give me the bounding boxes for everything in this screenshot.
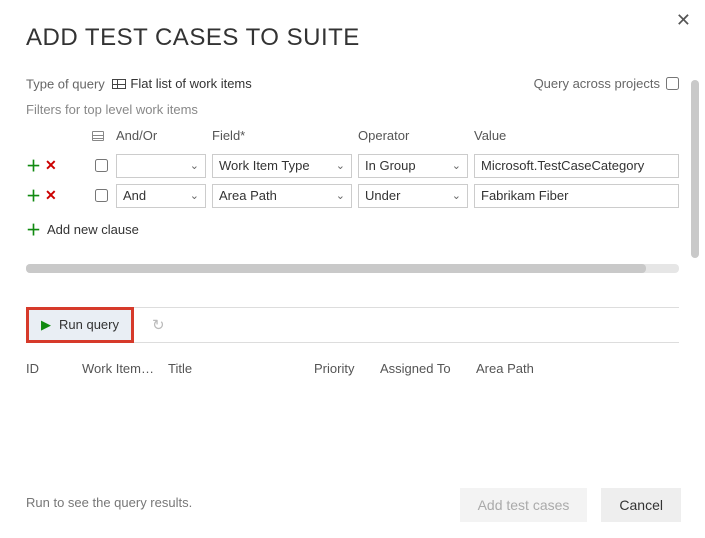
plus-icon: ＋: [26, 219, 41, 240]
operator-select[interactable]: Under ⌄: [358, 184, 468, 208]
refresh-icon[interactable]: ↻: [152, 316, 165, 334]
run-query-button[interactable]: ▶ Run query: [26, 307, 134, 343]
col-area-path: Area Path: [476, 361, 679, 376]
filters-section-label: Filters for top level work items: [26, 102, 679, 117]
row-checkbox[interactable]: [95, 189, 108, 202]
value-text: Fabrikam Fiber: [481, 188, 568, 203]
col-priority: Priority: [314, 361, 374, 376]
delete-row-icon[interactable]: ✕: [45, 187, 57, 204]
scrollbar-thumb[interactable]: [26, 264, 646, 273]
chevron-down-icon: ⌄: [190, 155, 199, 177]
value-input[interactable]: Microsoft.TestCaseCategory: [474, 154, 679, 178]
row-checkbox[interactable]: [95, 159, 108, 172]
field-select[interactable]: Work Item Type ⌄: [212, 154, 352, 178]
filter-row: ＋ ✕ ⌄ Work Item Type ⌄ In Group ⌄ Micros…: [26, 153, 679, 179]
andor-value: And: [123, 185, 146, 207]
field-value: Area Path: [219, 185, 277, 207]
chevron-down-icon: ⌄: [336, 155, 345, 177]
operator-value: Under: [365, 185, 400, 207]
flat-list-icon: [112, 79, 126, 89]
chevron-down-icon: ⌄: [336, 185, 345, 207]
header-operator: Operator: [358, 128, 468, 143]
query-top-bar: Type of query Flat list of work items Qu…: [26, 76, 679, 92]
filters-header: And/Or Field* Operator Value: [26, 123, 679, 149]
add-clause-label: Add new clause: [47, 222, 139, 237]
chevron-down-icon: ⌄: [190, 185, 199, 207]
field-value: Work Item Type: [219, 155, 310, 177]
type-of-query-label: Type of query: [26, 77, 105, 92]
header-value: Value: [474, 128, 679, 143]
add-row-icon[interactable]: ＋: [26, 185, 41, 206]
close-icon[interactable]: ✕: [676, 10, 691, 31]
field-select[interactable]: Area Path ⌄: [212, 184, 352, 208]
header-andor: And/Or: [116, 128, 206, 143]
andor-select[interactable]: ⌄: [116, 154, 206, 178]
type-of-query: Type of query Flat list of work items: [26, 76, 252, 92]
type-of-query-value[interactable]: Flat list of work items: [112, 76, 251, 91]
chevron-down-icon: ⌄: [452, 185, 461, 207]
col-assigned-to: Assigned To: [380, 361, 470, 376]
chevron-down-icon: ⌄: [452, 155, 461, 177]
add-new-clause[interactable]: ＋ Add new clause: [26, 219, 679, 240]
play-icon: ▶: [41, 317, 51, 333]
operator-select[interactable]: In Group ⌄: [358, 154, 468, 178]
vertical-scrollbar[interactable]: [691, 80, 699, 468]
andor-select[interactable]: And ⌄: [116, 184, 206, 208]
query-across-checkbox[interactable]: [666, 77, 679, 90]
query-across-label: Query across projects: [534, 76, 660, 91]
results-columns: ID Work Item… Title Priority Assigned To…: [26, 361, 679, 376]
header-field: Field*: [212, 128, 352, 143]
results-empty-message: Run to see the query results.: [26, 495, 192, 510]
cancel-button[interactable]: Cancel: [601, 488, 681, 522]
operator-value: In Group: [365, 155, 416, 177]
add-row-icon[interactable]: ＋: [26, 155, 41, 176]
value-text: Microsoft.TestCaseCategory: [481, 158, 644, 173]
horizontal-scrollbar[interactable]: [26, 264, 679, 273]
col-id: ID: [26, 361, 76, 376]
group-icon: [92, 131, 104, 141]
query-across-projects[interactable]: Query across projects: [534, 76, 679, 91]
col-title: Title: [168, 361, 308, 376]
dialog-footer: Add test cases Cancel: [460, 488, 681, 522]
add-test-cases-button[interactable]: Add test cases: [460, 488, 588, 522]
value-input[interactable]: Fabrikam Fiber: [474, 184, 679, 208]
delete-row-icon[interactable]: ✕: [45, 157, 57, 174]
col-work-item: Work Item…: [82, 361, 162, 376]
dialog: ✕ ADD TEST CASES TO SUITE Type of query …: [0, 0, 705, 538]
type-of-query-text: Flat list of work items: [130, 76, 251, 91]
run-query-label: Run query: [59, 317, 119, 332]
dialog-title: ADD TEST CASES TO SUITE: [26, 24, 679, 52]
results-toolbar: ▶ Run query ↻: [26, 307, 679, 343]
filter-row: ＋ ✕ And ⌄ Area Path ⌄ Under ⌄ Fabrikam F…: [26, 183, 679, 209]
scrollbar-thumb[interactable]: [691, 80, 699, 258]
